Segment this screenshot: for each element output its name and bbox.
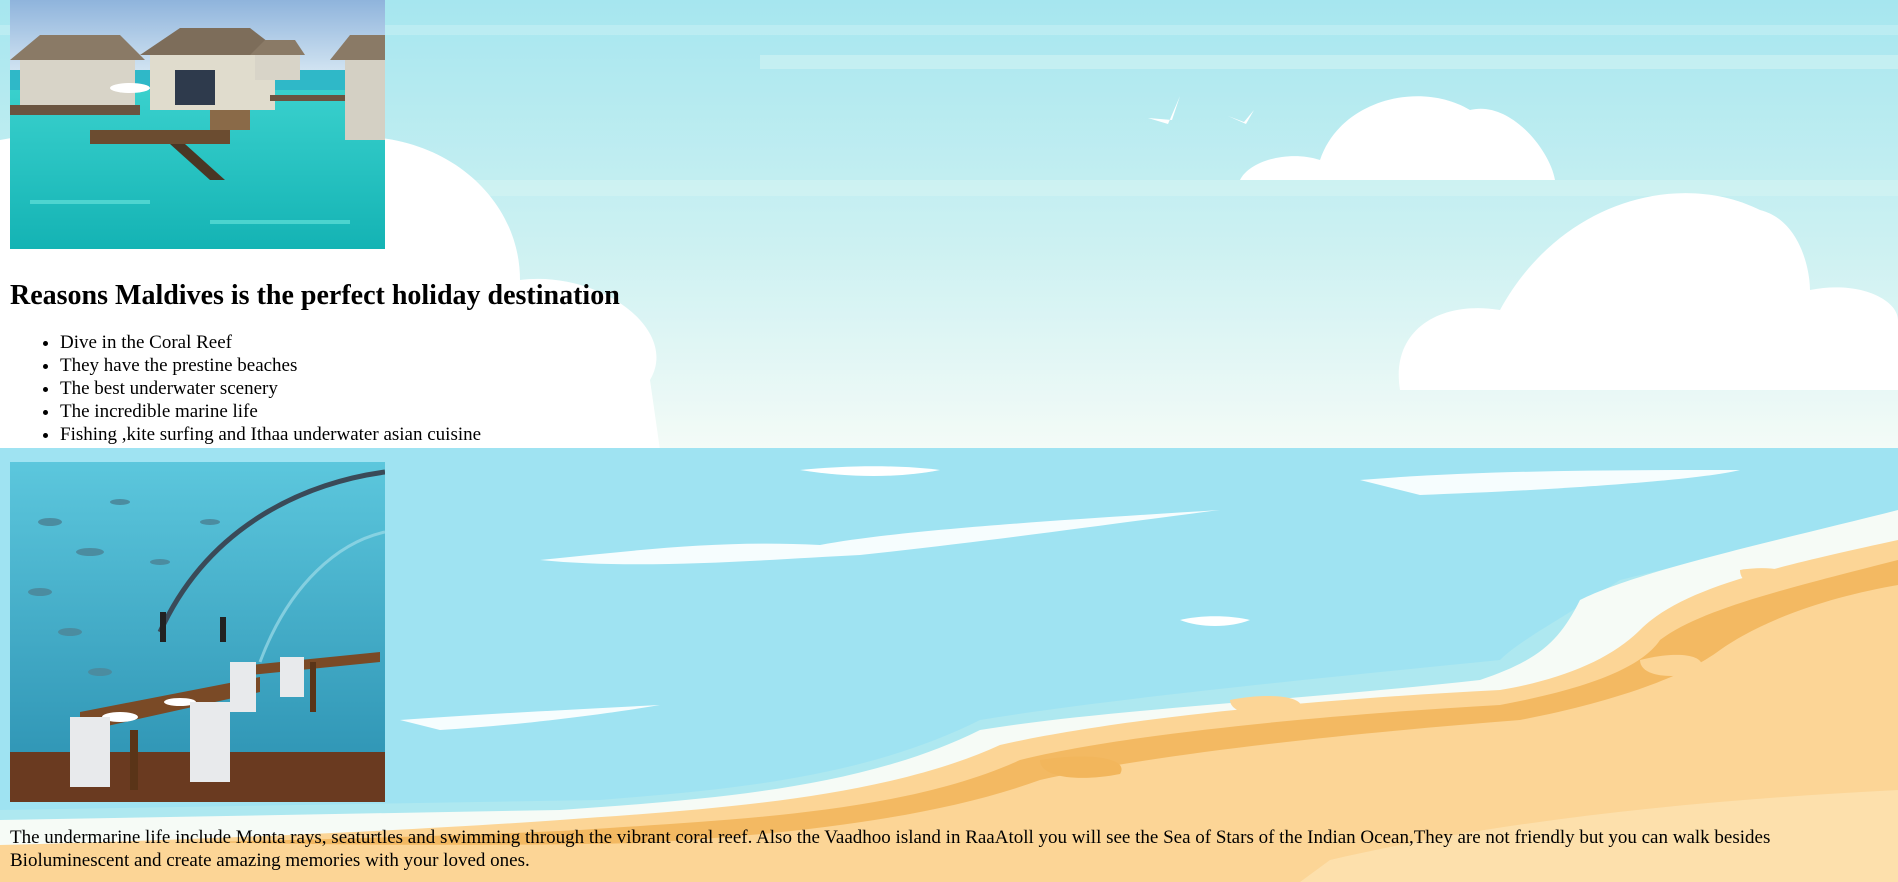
list-item: The incredible marine life [60, 400, 1888, 423]
overwater-villas-photo [10, 0, 385, 249]
list-item: The best underwater scenery [60, 377, 1888, 400]
page-title: Reasons Maldives is the perfect holiday … [10, 280, 620, 311]
description-paragraph: The undermarine life include Monta rays,… [10, 827, 1771, 871]
list-item: They have the prestine beaches [60, 354, 1888, 377]
underwater-restaurant-photo [10, 462, 385, 802]
list-item: Fishing ,kite surfing and Ithaa underwat… [60, 423, 1888, 446]
list-item: Dive in the Coral Reef [60, 331, 1888, 354]
reasons-list: Dive in the Coral Reef They have the pre… [10, 331, 1888, 446]
page-content: Reasons Maldives is the perfect holiday … [0, 0, 1898, 872]
